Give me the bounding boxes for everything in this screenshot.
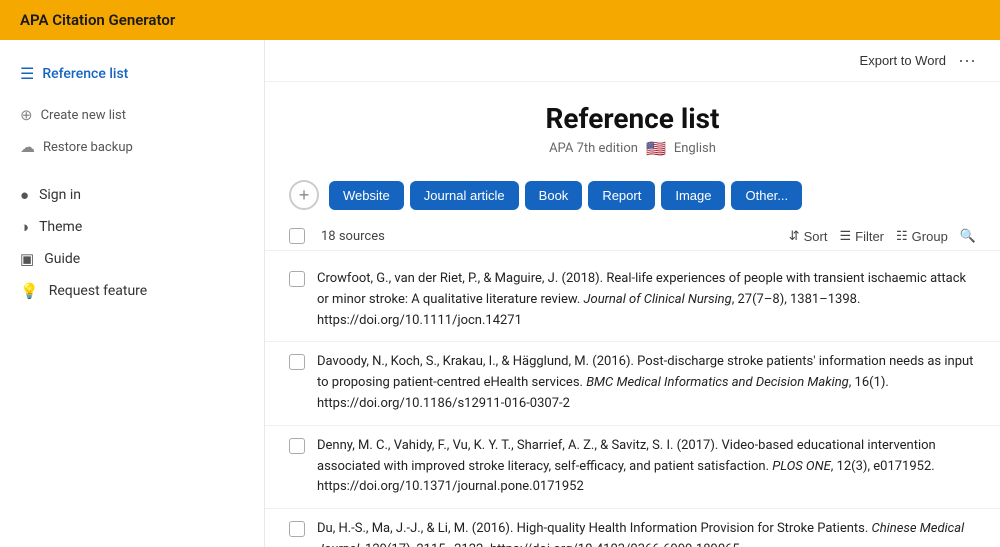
- content-topbar: Export to Word ···: [265, 40, 1000, 82]
- sign-in-label: Sign in: [39, 187, 81, 203]
- search-button[interactable]: 🔍: [960, 228, 976, 244]
- request-feature-label: Request feature: [49, 283, 148, 299]
- source-type-image[interactable]: Image: [661, 181, 725, 210]
- sidebar-item-request-feature[interactable]: 💡 Request feature: [0, 275, 264, 307]
- sort-button[interactable]: ⇵ Sort: [789, 228, 828, 244]
- add-icon: +: [299, 185, 310, 206]
- page-meta: APA 7th edition 🇺🇸 English: [265, 139, 1000, 158]
- reference-item: Crowfoot, G., van der Riet, P., & Maguir…: [265, 259, 1000, 342]
- main-content: Export to Word ··· Reference list APA 7t…: [265, 40, 1000, 547]
- sources-count: 18 sources: [321, 229, 773, 244]
- search-icon: 🔍: [960, 228, 976, 244]
- reference-item: Du, H.-S., Ma, J.-J., & Li, M. (2016). H…: [265, 509, 1000, 547]
- reference-checkbox[interactable]: [289, 354, 305, 370]
- group-label: Group: [912, 229, 948, 244]
- source-type-book[interactable]: Book: [525, 181, 583, 210]
- reference-text: Du, H.-S., Ma, J.-J., & Li, M. (2016). H…: [317, 519, 976, 547]
- sidebar-item-reference-list[interactable]: ☰ Reference list: [0, 56, 264, 91]
- restore-backup-action[interactable]: ☁ Restore backup: [0, 131, 264, 163]
- reference-text: Crowfoot, G., van der Riet, P., & Maguir…: [317, 269, 976, 331]
- reference-item: Davoody, N., Koch, S., Krakau, I., & Häg…: [265, 342, 1000, 425]
- filter-label: Filter: [855, 229, 884, 244]
- guide-label: Guide: [44, 251, 80, 267]
- sidebar-item-sign-in[interactable]: ● Sign in: [0, 179, 264, 211]
- page-header: Reference list APA 7th edition 🇺🇸 Englis…: [265, 82, 1000, 168]
- theme-icon: ◑: [20, 218, 29, 236]
- app-header: APA Citation Generator: [0, 0, 1000, 40]
- sidebar-item-theme[interactable]: ◑ Theme: [0, 211, 264, 243]
- filter-icon: ☰: [839, 228, 851, 244]
- lightbulb-icon: 💡: [20, 282, 39, 300]
- list-icon: ☰: [20, 64, 34, 83]
- plus-circle-icon: ⊕: [20, 106, 33, 124]
- add-source-button[interactable]: +: [289, 180, 319, 210]
- reference-item: Denny, M. C., Vahidy, F., Vu, K. Y. T., …: [265, 426, 1000, 509]
- sidebar-reference-list-label: Reference list: [42, 66, 128, 82]
- create-new-list-action[interactable]: ⊕ Create new list: [0, 99, 264, 131]
- reference-text: Denny, M. C., Vahidy, F., Vu, K. Y. T., …: [317, 436, 976, 498]
- theme-label: Theme: [39, 219, 82, 235]
- sidebar-item-guide[interactable]: ▣ Guide: [0, 243, 264, 275]
- page-title: Reference list: [265, 102, 1000, 135]
- guide-icon: ▣: [20, 250, 34, 268]
- reference-checkbox[interactable]: [289, 271, 305, 287]
- filter-actions: ⇵ Sort ☰ Filter ☷ Group 🔍: [789, 228, 976, 244]
- reference-checkbox[interactable]: [289, 438, 305, 454]
- select-all-checkbox[interactable]: [289, 228, 305, 244]
- group-icon: ☷: [896, 228, 908, 244]
- edition-label: APA 7th edition: [549, 141, 638, 156]
- reference-text: Davoody, N., Koch, S., Krakau, I., & Häg…: [317, 352, 976, 414]
- filter-button[interactable]: ☰ Filter: [839, 228, 884, 244]
- references-list: Crowfoot, G., van der Riet, P., & Maguir…: [265, 251, 1000, 547]
- flag-icon: 🇺🇸: [646, 139, 666, 158]
- source-type-buttons: Website Journal article Book Report Imag…: [329, 181, 802, 210]
- language-label: English: [674, 141, 716, 156]
- filter-bar: 18 sources ⇵ Sort ☰ Filter ☷ Group: [265, 222, 1000, 251]
- sort-icon: ⇵: [789, 228, 800, 244]
- more-options-button[interactable]: ···: [958, 50, 976, 71]
- app-title: APA Citation Generator: [20, 11, 175, 29]
- restore-backup-label: Restore backup: [43, 140, 133, 155]
- sidebar: ☰ Reference list ⊕ Create new list ☁ Res…: [0, 40, 265, 547]
- source-type-report[interactable]: Report: [588, 181, 655, 210]
- group-button[interactable]: ☷ Group: [896, 228, 948, 244]
- create-new-list-label: Create new list: [41, 108, 126, 123]
- source-type-bar: + Website Journal article Book Report Im…: [265, 168, 1000, 222]
- user-icon: ●: [20, 186, 29, 204]
- reference-checkbox[interactable]: [289, 521, 305, 537]
- export-word-button[interactable]: Export to Word: [860, 53, 946, 68]
- source-type-other[interactable]: Other...: [731, 181, 802, 210]
- sort-label: Sort: [804, 229, 828, 244]
- source-type-journal-article[interactable]: Journal article: [410, 181, 519, 210]
- cloud-icon: ☁: [20, 138, 35, 156]
- source-type-website[interactable]: Website: [329, 181, 404, 210]
